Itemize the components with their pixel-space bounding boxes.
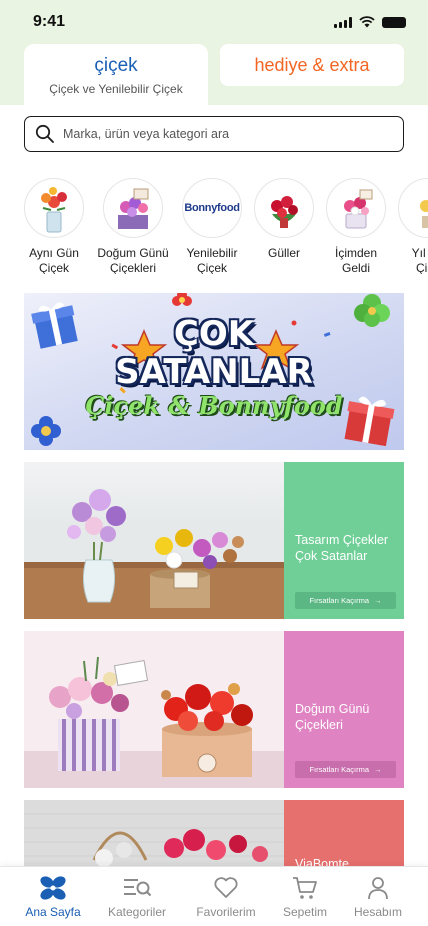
nav-hesabim[interactable]: Hesabım xyxy=(338,875,418,919)
category-guller[interactable]: Güller xyxy=(244,178,324,261)
category-label: Aynı Gün Çiçek xyxy=(29,246,79,274)
bonnyfood-logo: Bonnyfood xyxy=(184,202,240,214)
banner-subtitle: Çiçek & Bonnyfood xyxy=(85,391,343,420)
nav-label: Kategoriler xyxy=(107,905,167,919)
tab-hediye-extra[interactable]: hediye & extra xyxy=(220,44,404,86)
battery-icon xyxy=(382,16,406,28)
promo-panel: Tasarım Çiçekler Çok Satanlar Fırsatları… xyxy=(284,462,404,619)
header: çiçek Çiçek ve Yenilebilir Çiçek hediye … xyxy=(0,44,428,105)
category-image xyxy=(24,178,84,238)
nav-sepetim[interactable]: Sepetim xyxy=(265,875,345,919)
status-icons xyxy=(334,16,406,28)
category-label: Yıl DöÇiçe xyxy=(411,246,428,274)
wifi-icon xyxy=(359,16,375,28)
category-label: İçimden Geldi xyxy=(334,246,378,274)
status-time: 9:41 xyxy=(33,13,66,30)
tab-cicek[interactable]: çiçek Çiçek ve Yenilebilir Çiçek xyxy=(24,44,208,105)
category-image xyxy=(254,178,314,238)
heart-icon xyxy=(214,877,238,898)
nav-label: Favorilerim xyxy=(196,905,256,919)
category-ayni-gun-cicek[interactable]: Aynı Gün Çiçek xyxy=(14,178,94,274)
nav-kategoriler[interactable]: Kategoriler xyxy=(97,875,177,919)
promo-panel: Doğum Günü Çiçekleri Fırsatları Kaçırma … xyxy=(284,631,404,788)
promo-dogum-gunu-cicekleri[interactable]: Doğum Günü Çiçekleri Fırsatları Kaçırma … xyxy=(24,631,404,788)
banner-title: ÇOK SATANLAR xyxy=(24,315,404,391)
nav-label: Sepetim xyxy=(282,905,328,919)
promo-tasarim-cicekler[interactable]: Tasarım Çiçekler Çok Satanlar Fırsatları… xyxy=(24,462,404,619)
promo-button-label: Fırsatları Kaçırma xyxy=(309,596,370,605)
promo-text: Tasarım Çiçekler Çok Satanlar xyxy=(295,533,389,563)
search-bar[interactable] xyxy=(24,116,404,152)
user-icon xyxy=(368,877,388,900)
cok-satanlar-banner[interactable]: ÇOK SATANLAR Çiçek & Bonnyfood xyxy=(24,293,404,450)
arrow-right-icon: → xyxy=(374,765,382,774)
firsatlari-kacirma-button[interactable]: Fırsatları Kaçırma → xyxy=(295,761,396,778)
category-image xyxy=(103,178,163,238)
category-label: Güller xyxy=(267,246,300,260)
tab-hediye-title: hediye & extra xyxy=(254,55,370,75)
promo-image xyxy=(24,462,284,619)
nav-ana-sayfa[interactable]: Ana Sayfa xyxy=(13,875,93,919)
category-yenilebilir-cicek[interactable]: Bonnyfood Yenilebilir Çiçek xyxy=(172,178,252,274)
category-carousel[interactable]: Aynı Gün Çiçek Doğum Günü Çiçekleri Bonnyf… xyxy=(0,178,428,274)
promo-image xyxy=(24,631,284,788)
category-icimden-geldi[interactable]: İçimden Geldi xyxy=(316,178,396,274)
tab-cicek-title: çiçek xyxy=(94,55,138,76)
tab-cicek-subtitle: Çiçek ve Yenilebilir Çiçek xyxy=(49,82,183,96)
cellular-signal-icon xyxy=(334,16,352,28)
categories-search-icon xyxy=(124,879,152,897)
category-label: Yenilebilir Çiçek xyxy=(186,246,238,274)
bottom-navigation: Ana Sayfa Kategoriler Favorilerim Sepeti… xyxy=(0,866,428,926)
cart-icon xyxy=(293,877,317,899)
banner-title-line2: SATANLAR xyxy=(115,352,313,392)
nav-label: Hesabım xyxy=(353,905,403,919)
status-bar: 9:41 xyxy=(0,0,428,44)
nav-favorilerim[interactable]: Favorilerim xyxy=(186,875,266,919)
firsatlari-kacirma-button[interactable]: Fırsatları Kaçırma → xyxy=(295,592,396,609)
arrow-right-icon: → xyxy=(374,596,382,605)
promo-text: Doğum Günü Çiçekleri xyxy=(295,702,370,732)
category-image xyxy=(326,178,386,238)
category-label: Doğum Günü Çiçekleri xyxy=(97,246,169,274)
promo-button-label: Fırsatları Kaçırma xyxy=(309,765,370,774)
search-input[interactable] xyxy=(63,127,383,141)
nav-label: Ana Sayfa xyxy=(25,905,81,919)
search-icon xyxy=(35,124,54,143)
home-flower-icon xyxy=(40,876,66,900)
category-image: Bonnyfood xyxy=(182,178,242,238)
category-image xyxy=(398,178,428,238)
category-dogum-gunu-cicekleri[interactable]: Doğum Günü Çiçekleri xyxy=(93,178,173,274)
banner-title-line1: ÇOK xyxy=(173,314,255,354)
category-yil-donumu-cicek[interactable]: Yıl DöÇiçe xyxy=(388,178,428,274)
